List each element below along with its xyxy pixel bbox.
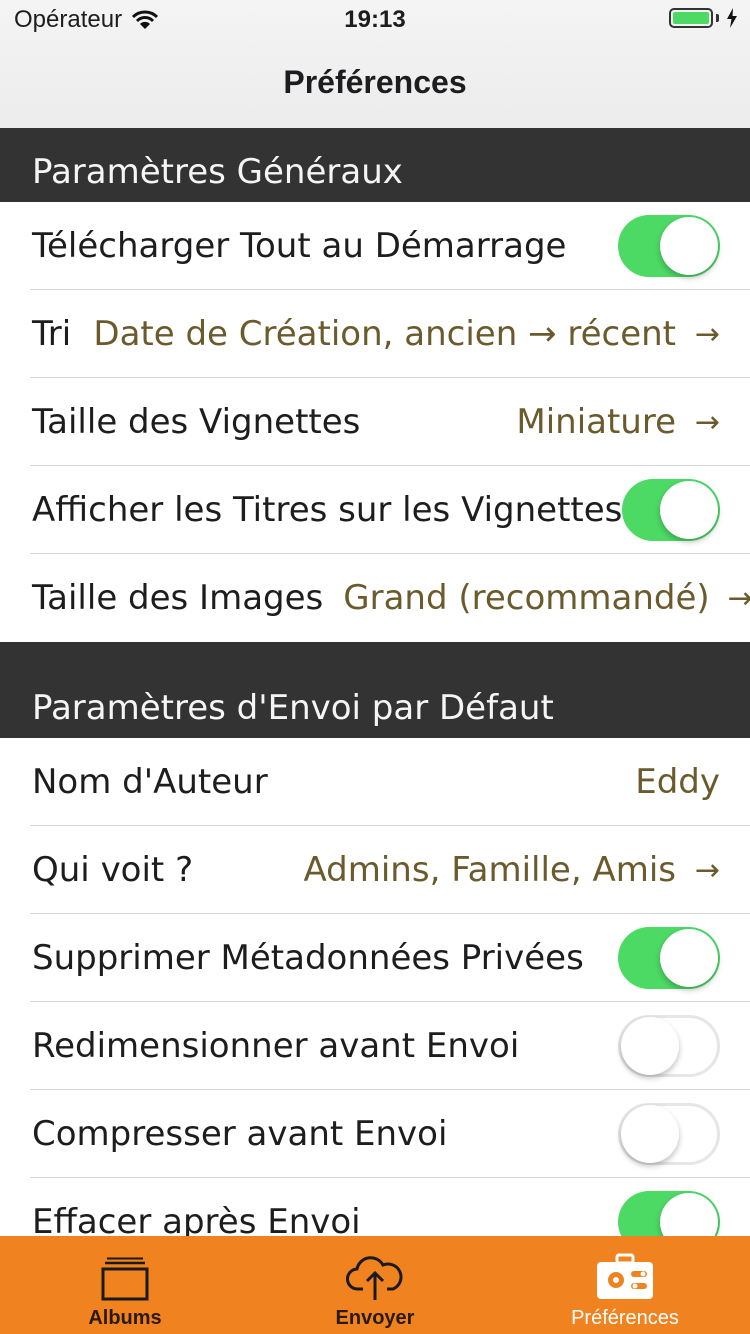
section-header-upload-defaults: Paramètres d'Envoi par Défaut: [0, 642, 750, 738]
arrow-right-icon: →: [727, 580, 750, 616]
arrow-right-icon: →: [694, 852, 720, 888]
tab-label: Préférences: [571, 1307, 679, 1329]
row-sort[interactable]: Tri Date de Création, ancien → récent →: [0, 290, 750, 378]
row-label: Effacer après Envoi: [32, 1202, 361, 1236]
tab-bar: Albums Envoyer Préférences: [0, 1236, 750, 1334]
privacy-value: Admins, Famille, Amis: [303, 850, 677, 890]
thumbnail-size-value: Miniature: [516, 402, 676, 442]
row-label: Redimensionner avant Envoi: [32, 1026, 520, 1066]
tab-upload[interactable]: Envoyer: [250, 1236, 500, 1334]
show-titles-toggle[interactable]: [622, 479, 720, 541]
cloud-upload-icon: [346, 1256, 403, 1300]
tab-label: Envoyer: [335, 1307, 415, 1329]
row-resize-before-upload[interactable]: Redimensionner avant Envoi: [0, 1002, 750, 1090]
tab-preferences[interactable]: Préférences: [500, 1236, 750, 1334]
page-title: Préférences: [283, 64, 467, 100]
resize-toggle[interactable]: [618, 1015, 720, 1077]
row-label: Tri: [32, 314, 72, 354]
row-label: Taille des Images: [32, 578, 324, 618]
row-label: Taille des Vignettes: [32, 402, 361, 442]
row-delete-after-upload[interactable]: Effacer après Envoi: [0, 1178, 750, 1236]
author-name-value[interactable]: Eddy: [288, 762, 720, 802]
download-all-toggle[interactable]: [618, 215, 720, 277]
battery-icon: [669, 8, 738, 28]
compress-toggle[interactable]: [618, 1103, 720, 1165]
row-label: Compresser avant Envoi: [32, 1114, 448, 1154]
image-size-value: Grand (recommandé): [343, 578, 710, 618]
arrow-right-icon: →: [694, 404, 720, 440]
status-time: 19:13: [344, 6, 406, 33]
strip-metadata-toggle[interactable]: [618, 927, 720, 989]
row-show-thumbnail-titles[interactable]: Afficher les Titres sur les Vignettes: [0, 466, 750, 554]
settings-toolbox-icon: [597, 1253, 653, 1299]
settings-list[interactable]: Paramètres Généraux Télécharger Tout au …: [0, 128, 750, 1236]
charging-bolt-icon: [727, 8, 737, 28]
row-label: Supprimer Métadonnées Privées: [32, 938, 584, 978]
sort-value: Date de Création, ancien → récent: [93, 314, 676, 354]
tab-label: Albums: [88, 1307, 162, 1329]
row-label: Nom d'Auteur: [32, 762, 268, 802]
row-download-all-on-start[interactable]: Télécharger Tout au Démarrage: [0, 202, 750, 290]
row-thumbnail-size[interactable]: Taille des Vignettes Miniature →: [0, 378, 750, 466]
section-header-general: Paramètres Généraux: [0, 128, 750, 202]
row-label: Qui voit ?: [32, 850, 194, 890]
row-image-size[interactable]: Taille des Images Grand (recommandé) →: [0, 554, 750, 642]
row-label: Afficher les Titres sur les Vignettes: [32, 490, 623, 530]
arrow-right-icon: →: [694, 316, 720, 352]
delete-after-upload-toggle[interactable]: [618, 1191, 720, 1236]
albums-icon: [101, 1257, 149, 1301]
row-compress-before-upload[interactable]: Compresser avant Envoi: [0, 1090, 750, 1178]
row-author-name[interactable]: Nom d'Auteur Eddy: [0, 738, 750, 826]
row-strip-metadata[interactable]: Supprimer Métadonnées Privées: [0, 914, 750, 1002]
navigation-bar: Opérateur 19:13 Préférences: [0, 0, 750, 129]
row-privacy[interactable]: Qui voit ? Admins, Famille, Amis →: [0, 826, 750, 914]
tab-albums[interactable]: Albums: [0, 1236, 250, 1334]
row-label: Télécharger Tout au Démarrage: [32, 226, 567, 266]
status-bar: Opérateur 19:13: [0, 0, 750, 40]
